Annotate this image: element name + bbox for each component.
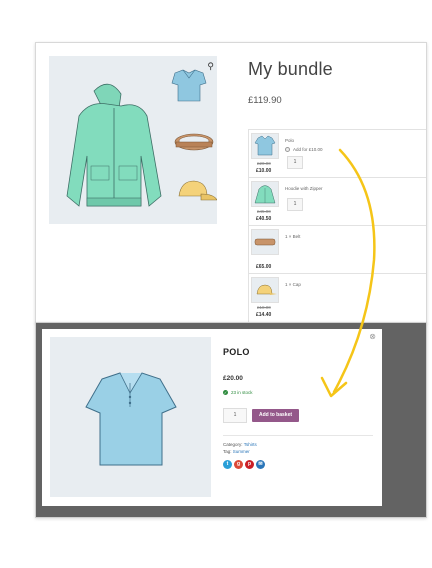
twitter-icon[interactable]: t [223,460,232,469]
stock-text: 23 in stock [231,390,253,395]
item-name: Polo [285,138,295,143]
stock-status: ✓ 23 in stock [223,390,253,395]
divider [223,435,373,436]
category-label: Category: [223,442,243,447]
item-name: Hoodie with Zipper [285,186,323,191]
email-icon[interactable]: ✉ [256,460,265,469]
optional-item-toggle[interactable]: Add for £10.00 [285,147,323,152]
cap-illustration [178,180,218,201]
bundle-row-hoodie: £45.00 £40.50 Hoodie with Zipper 1 [249,178,426,226]
polo-illustration [171,69,207,102]
bundle-items-table: £20.00 £10.00 Polo Add for £10.00 1 £45.… [248,129,426,323]
hoodie-thumbnail[interactable] [251,181,279,207]
magnifier-icon[interactable]: ⚲ [207,61,214,72]
old-price: £45.00 [257,209,271,214]
belt-thumbnail[interactable] [251,229,279,255]
quick-view-title: POLO [223,347,250,357]
bundle-hero-image[interactable]: ⚲ [49,56,218,224]
quick-view-price: £20.00 [223,375,243,382]
old-price: £20.00 [257,161,271,166]
quick-view-modal: ⊗ POLO £20.00 ✓ 23 in stock 1 Add to bas… [42,329,382,506]
quantity-input[interactable]: 1 [223,408,247,423]
check-icon: ✓ [223,390,228,395]
polo-illustration [85,372,177,466]
category-link[interactable]: Tshirts [244,442,257,447]
item-name: 1 × Cap [285,282,301,287]
item-name: 1 × Belt [285,234,301,239]
add-to-basket-button[interactable]: Add to basket [252,409,299,422]
quantity-input[interactable]: 1 [287,198,303,211]
product-price: £119.90 [248,95,282,106]
pinterest-icon[interactable]: p [245,460,254,469]
hoodie-illustration [66,83,162,207]
bundle-product-page: ⚲ My bundle £119.90 £20.00 £10.00 Polo A… [35,42,427,324]
product-title: My bundle [248,59,333,79]
category-meta: Category: Tshirts [223,442,257,447]
google-plus-icon[interactable]: g [234,460,243,469]
quantity-input[interactable]: 1 [287,156,303,169]
radio-icon[interactable] [285,147,290,152]
optional-label: Add for £10.00 [293,147,323,152]
cap-thumbnail[interactable] [251,277,279,303]
bundle-row-polo: £20.00 £10.00 Polo Add for £10.00 1 [249,130,426,178]
tag-label: Tag: [223,449,232,454]
bundle-row-belt: £65.00 1 × Belt [249,226,426,274]
quick-view-overlay: ⊗ POLO £20.00 ✓ 23 in stock 1 Add to bas… [35,322,427,518]
new-price: £14.40 [256,312,272,318]
polo-thumbnail[interactable] [251,133,279,159]
new-price: £10.00 [256,168,272,174]
tag-meta: Tag: Summer [223,449,250,454]
tag-link[interactable]: Summer [233,449,250,454]
bundle-row-cap: £18.00 £14.40 1 × Cap [249,274,426,322]
old-price: £18.00 [257,305,271,310]
share-buttons: t g p ✉ [223,460,265,469]
bundle-product-illustration [66,69,218,207]
polo-product-image[interactable] [50,337,211,497]
new-price: £40.50 [256,216,272,222]
belt-illustration [174,133,214,151]
close-icon[interactable]: ⊗ [369,332,376,341]
new-price: £65.00 [256,264,272,270]
